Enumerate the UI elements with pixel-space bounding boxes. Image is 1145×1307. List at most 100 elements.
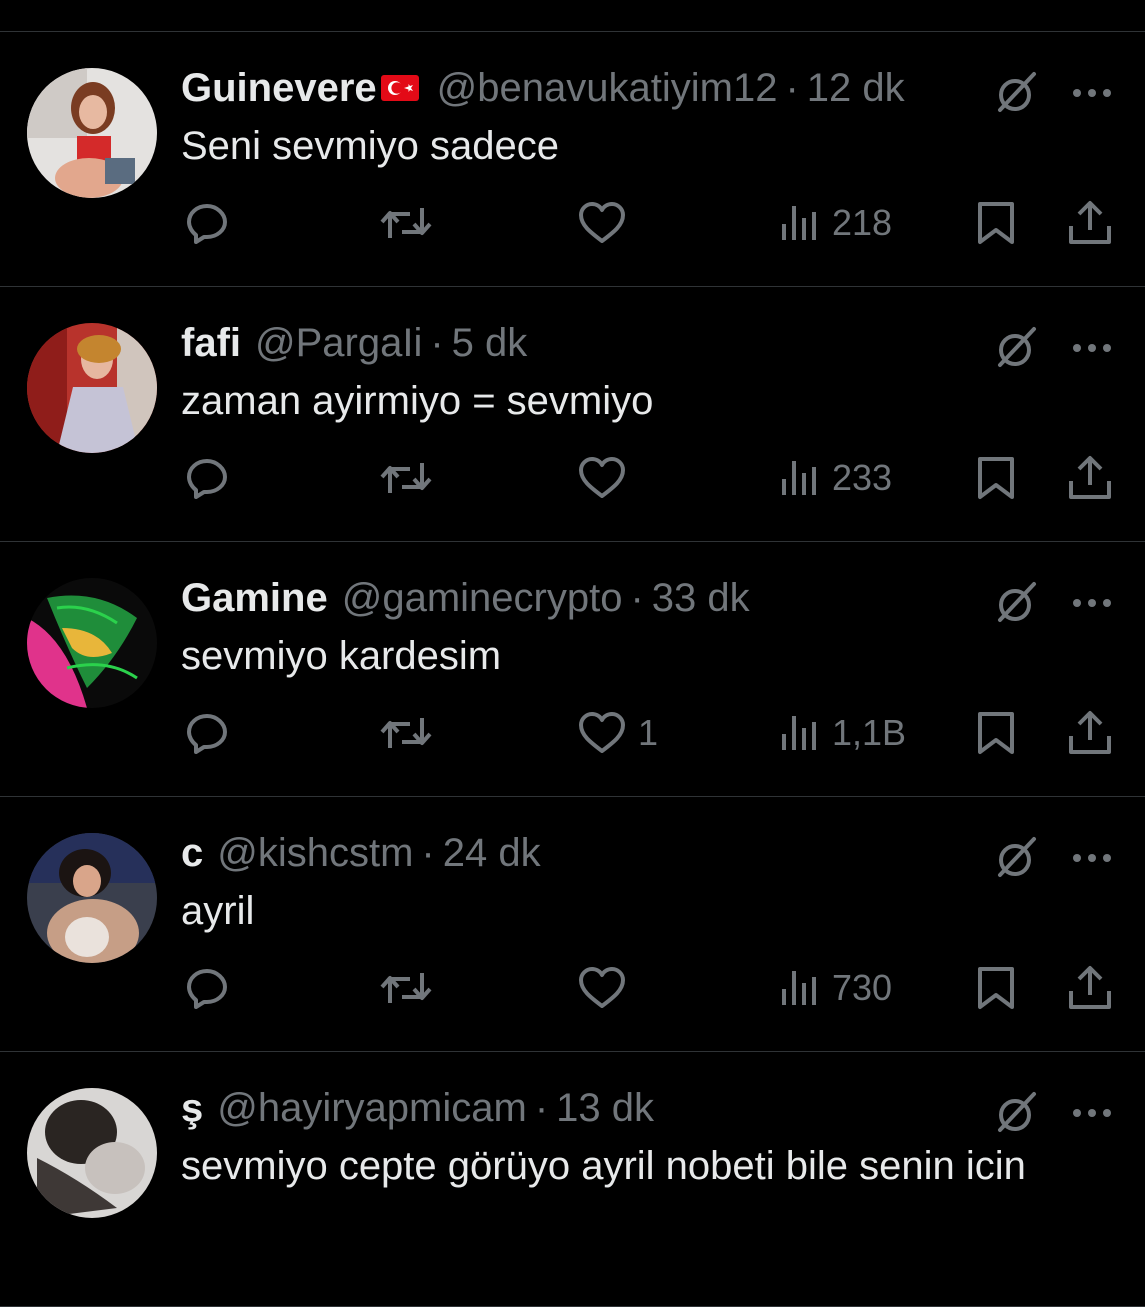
display-name[interactable]: c bbox=[181, 829, 203, 877]
reply-icon bbox=[187, 204, 227, 244]
tweet[interactable]: Gamine @gaminecrypto · 33 dk sevmiyo kar… bbox=[0, 542, 1145, 797]
views-count: 233 bbox=[832, 457, 893, 498]
heart-icon bbox=[579, 967, 625, 1008]
tweet[interactable]: ş @hayiryapmicam · 13 dk sevmiyo cepte g… bbox=[0, 1052, 1145, 1307]
tweet-text: Seni sevmiyo sadece bbox=[181, 124, 559, 168]
more-icon[interactable] bbox=[1070, 74, 1114, 112]
tweet-header: ş @hayiryapmicam · 13 dk bbox=[181, 1084, 654, 1132]
display-name[interactable]: Guinevere bbox=[181, 64, 377, 112]
more-icon[interactable] bbox=[1070, 1094, 1114, 1132]
timestamp[interactable]: 24 dk bbox=[443, 829, 541, 877]
views-count: 730 bbox=[832, 967, 893, 1008]
handle[interactable]: @hayiryapmicam bbox=[217, 1084, 527, 1132]
views-button[interactable]: 233 bbox=[778, 452, 892, 504]
share-button[interactable] bbox=[1066, 197, 1114, 249]
like-button[interactable] bbox=[576, 452, 638, 504]
retweet-button[interactable] bbox=[378, 962, 434, 1014]
grok-icon[interactable] bbox=[994, 580, 1040, 626]
retweet-button[interactable] bbox=[378, 197, 434, 249]
avatar[interactable] bbox=[27, 1088, 157, 1218]
retweet-button[interactable] bbox=[378, 452, 434, 504]
timeline-feed: Guinevere @benavukatiyim12 · 12 dk Seni … bbox=[0, 32, 1145, 1307]
separator: · bbox=[785, 66, 799, 110]
timestamp[interactable]: 13 dk bbox=[556, 1084, 654, 1132]
reply-icon bbox=[187, 459, 227, 499]
views-icon bbox=[782, 716, 816, 750]
more-icon[interactable] bbox=[1070, 329, 1114, 367]
timestamp[interactable]: 12 dk bbox=[807, 64, 905, 112]
tweet-actions: 730 bbox=[0, 962, 1145, 1014]
retweet-icon bbox=[380, 973, 432, 1003]
grok-icon[interactable] bbox=[994, 835, 1040, 881]
bookmark-button[interactable] bbox=[974, 452, 1018, 504]
separator: · bbox=[534, 1086, 549, 1130]
views-icon bbox=[782, 971, 816, 1005]
views-count: 218 bbox=[832, 202, 893, 243]
share-icon bbox=[1069, 966, 1111, 1009]
handle[interactable]: @kishcstm bbox=[217, 829, 413, 877]
retweet-icon bbox=[380, 208, 432, 238]
like-count: 1 bbox=[638, 712, 659, 753]
separator: · bbox=[430, 321, 444, 365]
views-button[interactable]: 218 bbox=[778, 197, 892, 249]
share-button[interactable] bbox=[1066, 707, 1114, 759]
heart-icon bbox=[579, 457, 625, 498]
views-button[interactable]: 730 bbox=[778, 962, 892, 1014]
views-icon bbox=[782, 461, 816, 495]
grok-icon[interactable] bbox=[994, 70, 1040, 116]
display-name[interactable]: ş bbox=[181, 1084, 203, 1132]
share-icon bbox=[1069, 711, 1111, 754]
bookmark-icon bbox=[978, 457, 1014, 499]
tweet-header: Gamine @gaminecrypto · 33 dk bbox=[181, 574, 750, 622]
reply-button[interactable] bbox=[182, 197, 232, 249]
share-icon bbox=[1069, 201, 1111, 244]
handle[interactable]: @PargaIi bbox=[255, 319, 422, 367]
avatar[interactable] bbox=[27, 323, 157, 453]
tweet-text: ayril bbox=[181, 889, 255, 933]
tweet-header: c @kishcstm · 24 dk bbox=[181, 829, 541, 877]
tweet[interactable]: Guinevere @benavukatiyim12 · 12 dk Seni … bbox=[0, 32, 1145, 287]
share-icon bbox=[1069, 456, 1111, 499]
like-button[interactable]: 1 bbox=[576, 707, 658, 759]
more-icon[interactable] bbox=[1070, 584, 1114, 622]
separator: · bbox=[421, 831, 435, 875]
reply-button[interactable] bbox=[182, 452, 232, 504]
retweet-icon bbox=[380, 718, 432, 748]
views-count: 1,1B bbox=[832, 712, 907, 753]
reply-icon bbox=[187, 714, 227, 754]
tweet-header: fafi @PargaIi · 5 dk bbox=[181, 319, 527, 367]
tweet-text: sevmiyo cepte görüyo ayril nobeti bile s… bbox=[181, 1144, 1026, 1188]
avatar[interactable] bbox=[27, 833, 157, 963]
views-button[interactable]: 1,1B bbox=[778, 707, 906, 759]
avatar[interactable] bbox=[27, 68, 157, 198]
share-button[interactable] bbox=[1066, 452, 1114, 504]
grok-icon[interactable] bbox=[994, 1090, 1040, 1136]
share-button[interactable] bbox=[1066, 962, 1114, 1014]
bookmark-button[interactable] bbox=[974, 962, 1018, 1014]
timestamp[interactable]: 5 dk bbox=[452, 319, 528, 367]
grok-icon[interactable] bbox=[994, 325, 1040, 371]
handle[interactable]: @benavukatiyim12 bbox=[437, 64, 778, 112]
bookmark-button[interactable] bbox=[974, 707, 1018, 759]
display-name[interactable]: Gamine bbox=[181, 574, 328, 622]
avatar[interactable] bbox=[27, 578, 157, 708]
reply-button[interactable] bbox=[182, 962, 232, 1014]
reply-button[interactable] bbox=[182, 707, 232, 759]
tweet-actions: 233 bbox=[0, 452, 1145, 504]
views-icon bbox=[782, 206, 816, 240]
tweet[interactable]: c @kishcstm · 24 dk ayril 730 bbox=[0, 797, 1145, 1052]
like-button[interactable] bbox=[576, 197, 638, 249]
bookmark-button[interactable] bbox=[974, 197, 1018, 249]
more-icon[interactable] bbox=[1070, 839, 1114, 877]
timestamp[interactable]: 33 dk bbox=[652, 574, 750, 622]
like-button[interactable] bbox=[576, 962, 638, 1014]
display-name[interactable]: fafi bbox=[181, 319, 241, 367]
tweet-actions: 1 1,1B bbox=[0, 707, 1145, 759]
retweet-icon bbox=[380, 463, 432, 493]
handle[interactable]: @gaminecrypto bbox=[342, 574, 623, 622]
tweet-text: zaman ayirmiyo = sevmiyo bbox=[181, 379, 654, 423]
tweet[interactable]: fafi @PargaIi · 5 dk zaman ayirmiyo = se… bbox=[0, 287, 1145, 542]
bookmark-icon bbox=[978, 712, 1014, 754]
heart-icon bbox=[579, 712, 625, 753]
retweet-button[interactable] bbox=[378, 707, 434, 759]
